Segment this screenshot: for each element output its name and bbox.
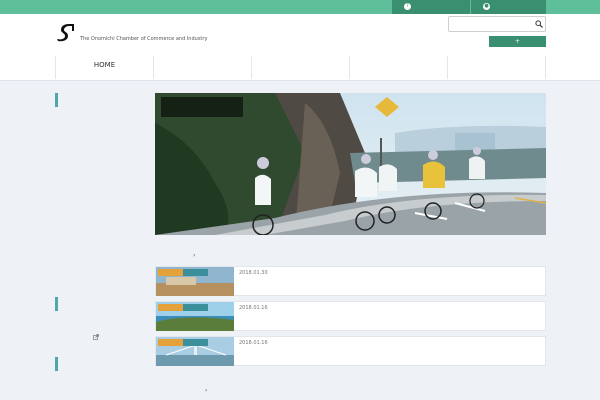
sidebar-group-3-title (55, 357, 142, 371)
header-plus-button[interactable]: + (489, 36, 546, 47)
person-icon: ● (483, 3, 490, 10)
news-more-link[interactable]: › (193, 252, 233, 260)
news-type-tag (183, 269, 208, 276)
external-link-icon (93, 334, 99, 340)
nav-item-2[interactable] (154, 56, 252, 79)
sidebar-group-2-title (55, 297, 142, 311)
top-bar-text (55, 2, 119, 12)
plus-icon: + (514, 38, 521, 45)
nav-home[interactable]: HOME (56, 56, 154, 79)
sidebar-group-3 (55, 357, 142, 371)
question-icon: ? (404, 3, 411, 10)
sidebar-group-1-title (55, 93, 142, 107)
news-category-tag (158, 269, 183, 276)
news-item[interactable]: 2018.01.16 (155, 301, 546, 331)
news-category-tag (158, 339, 183, 346)
second-more-link[interactable]: › (205, 387, 245, 395)
news-type-tag (183, 339, 208, 346)
header-small-link[interactable] (452, 37, 482, 46)
news-date: 2018.01.30 (239, 270, 268, 276)
nav-item-4[interactable] (350, 56, 448, 79)
news-type-tag (183, 304, 208, 311)
sidebar-group-2 (55, 297, 142, 311)
news-thumbnail (156, 337, 234, 366)
top-button-second[interactable]: ● (471, 0, 546, 14)
news-date: 2018.01.16 (239, 305, 268, 311)
nav-item-3-label (252, 56, 349, 74)
top-button-first[interactable]: ? (392, 0, 470, 14)
news-item[interactable]: 2018.01.16 (155, 336, 546, 366)
news-date: 2018.01.16 (239, 340, 268, 346)
site-name[interactable] (80, 25, 120, 35)
nav-item-5[interactable] (448, 56, 546, 79)
sidebar-group-1 (55, 93, 142, 107)
hero-title (161, 97, 243, 117)
main-nav: HOME (55, 56, 546, 79)
news-item[interactable]: 2018.01.30 (155, 266, 546, 296)
search-input[interactable] (452, 19, 532, 29)
nav-home-label: HOME (93, 61, 116, 69)
search-box (448, 16, 546, 32)
nav-item-4-label (350, 56, 447, 74)
news-section-title: › (155, 249, 235, 263)
chevron-right-icon: › (205, 387, 208, 394)
nav-item-3[interactable] (252, 56, 350, 79)
search-icon[interactable] (535, 20, 543, 28)
top-bar: ? ● (0, 0, 600, 14)
site-logo[interactable] (55, 22, 75, 42)
nav-item-2-label (154, 56, 251, 74)
news-thumbnail (156, 302, 234, 331)
news-thumbnail (156, 267, 234, 296)
second-section-title: › (155, 384, 255, 398)
news-category-tag (158, 304, 183, 311)
site-subtitle: The Onomichi Chamber of Commerce and Ind… (80, 36, 208, 42)
nav-item-5-label (448, 56, 545, 74)
hero-banner[interactable] (155, 93, 546, 235)
chevron-right-icon: › (193, 252, 196, 259)
